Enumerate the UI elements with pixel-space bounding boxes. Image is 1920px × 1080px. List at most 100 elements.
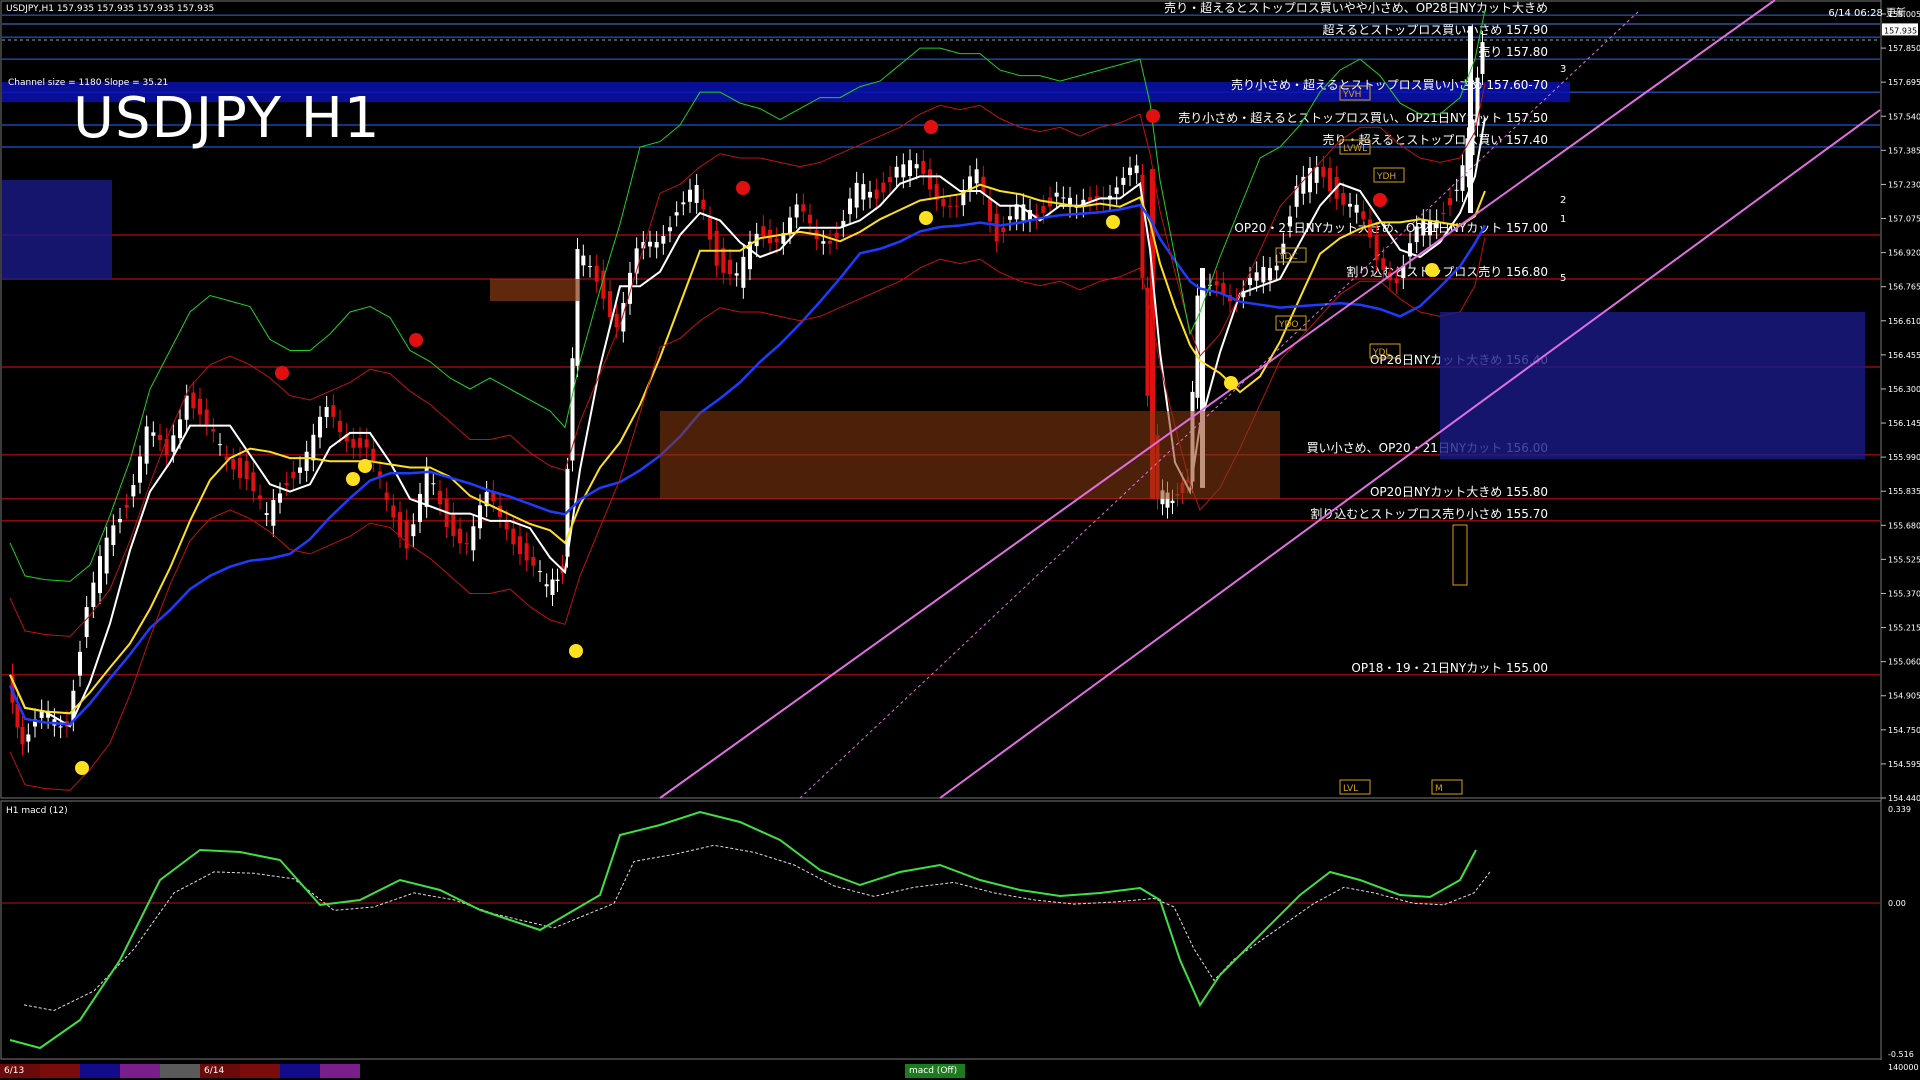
chart-canvas[interactable]: 158.005157.850157.695157.540157.385157.2… bbox=[0, 0, 1920, 1080]
candle-body bbox=[411, 524, 415, 536]
period-tab[interactable] bbox=[160, 1064, 200, 1078]
candle-body bbox=[1088, 197, 1092, 200]
candle-body bbox=[1115, 187, 1119, 193]
level-label: 売り・超えるとストップロス買いやや小さめ、OP28日NYカット大きめ bbox=[1164, 0, 1548, 15]
period-tab[interactable]: 6/14 bbox=[200, 1064, 240, 1078]
period-tab[interactable]: 6/13 bbox=[0, 1064, 40, 1078]
candle-body bbox=[385, 492, 389, 500]
candle-body bbox=[26, 734, 30, 741]
candle-body bbox=[125, 505, 129, 508]
candle-body bbox=[85, 607, 89, 637]
candle-body bbox=[198, 399, 202, 415]
candle-body bbox=[518, 536, 522, 554]
candle-body bbox=[741, 257, 745, 288]
candle-body bbox=[398, 512, 402, 537]
candle-body bbox=[735, 273, 739, 275]
candle-body bbox=[875, 190, 879, 199]
candle-body bbox=[59, 726, 63, 727]
box-label-m: M bbox=[1435, 784, 1443, 794]
period-tab[interactable] bbox=[240, 1064, 280, 1078]
macd-label: H1 macd (12) bbox=[6, 806, 68, 816]
period-tab[interactable] bbox=[80, 1064, 120, 1078]
macd-axis-top: 0.339 bbox=[1888, 805, 1911, 814]
candle-body bbox=[111, 525, 115, 545]
candle-body bbox=[131, 485, 135, 496]
period-tab[interactable] bbox=[320, 1064, 360, 1078]
candle-body bbox=[595, 266, 599, 282]
candle-body bbox=[901, 164, 905, 177]
candle-body bbox=[471, 526, 475, 550]
price-axis: 158.005157.850157.695157.540157.385157.2… bbox=[1881, 10, 1920, 803]
candle-body bbox=[145, 427, 149, 464]
box-label-lvwl: LVWL bbox=[1343, 144, 1367, 154]
period-tab[interactable] bbox=[120, 1064, 160, 1078]
sell-signal-icon bbox=[736, 181, 750, 195]
candle-body bbox=[1288, 217, 1292, 227]
period-tab[interactable]: macd (Off) bbox=[905, 1064, 965, 1078]
candle-body bbox=[1055, 193, 1059, 197]
candle-body bbox=[608, 291, 612, 317]
candle-body bbox=[655, 242, 659, 247]
candle-body bbox=[795, 204, 799, 217]
buy-signal-icon bbox=[1224, 376, 1238, 390]
price-tick-label: 155.060 bbox=[1888, 658, 1920, 667]
marker-1: 1 bbox=[1560, 214, 1566, 225]
candle-body bbox=[1268, 268, 1272, 280]
candle-body bbox=[955, 206, 959, 207]
sell-signal-icon bbox=[1146, 109, 1160, 123]
sell-signal-icon bbox=[1373, 193, 1387, 207]
candle-body bbox=[1061, 197, 1065, 198]
period-tab[interactable] bbox=[280, 1064, 320, 1078]
candle-body bbox=[668, 227, 672, 231]
marker-2: 2 bbox=[1560, 195, 1566, 206]
price-tick-label: 156.300 bbox=[1888, 385, 1920, 394]
candle-body bbox=[505, 521, 509, 530]
candle-body bbox=[191, 393, 195, 409]
candle-body bbox=[465, 543, 469, 544]
candle-body bbox=[788, 218, 792, 234]
chart-header: USDJPY,H1 157.935 157.935 157.935 157.93… bbox=[6, 4, 214, 14]
candle-body bbox=[848, 199, 852, 215]
candle-body bbox=[895, 167, 899, 178]
price-tick-label: 155.680 bbox=[1888, 521, 1920, 530]
candle-body bbox=[855, 183, 859, 208]
candle-body bbox=[1415, 227, 1419, 243]
candle-body bbox=[915, 164, 919, 168]
candle-body bbox=[928, 169, 932, 189]
candle-body bbox=[511, 529, 515, 545]
candle-body bbox=[551, 580, 555, 595]
marker-5: 5 bbox=[1560, 273, 1566, 284]
price-tick-label: 155.215 bbox=[1888, 624, 1920, 633]
candle-body bbox=[431, 483, 435, 484]
period-tab[interactable] bbox=[40, 1064, 80, 1078]
candle-body bbox=[251, 472, 255, 491]
candle-body bbox=[661, 236, 665, 244]
buy-signal-icon bbox=[75, 761, 89, 775]
candle-body bbox=[1315, 167, 1319, 183]
price-tick-label: 154.440 bbox=[1888, 794, 1920, 803]
candle-body bbox=[948, 206, 952, 207]
candle-body bbox=[1395, 279, 1399, 283]
candle-body bbox=[1321, 167, 1325, 177]
candle-body bbox=[881, 183, 885, 193]
candle-body bbox=[158, 435, 162, 440]
price-tick-label: 155.835 bbox=[1888, 487, 1920, 496]
price-tick-label: 157.850 bbox=[1888, 44, 1920, 53]
period-tab-strip[interactable]: 6/13 6/14 macd (Off) bbox=[0, 1064, 1890, 1078]
candle-body bbox=[265, 513, 269, 515]
candle-body bbox=[325, 407, 329, 417]
candle-body bbox=[151, 432, 155, 435]
candle-body bbox=[1248, 278, 1252, 285]
candle-body bbox=[418, 494, 422, 522]
candle-body bbox=[708, 217, 712, 239]
price-tick-label: 157.540 bbox=[1888, 112, 1920, 121]
price-tick-label: 156.455 bbox=[1888, 351, 1920, 360]
candle-body bbox=[525, 543, 529, 560]
candle-body bbox=[205, 409, 209, 424]
box-label-yvh: YVH bbox=[1342, 90, 1361, 100]
level-label: OP20日NYカット大きめ 155.80 bbox=[1370, 485, 1548, 499]
candle-body bbox=[1341, 193, 1345, 205]
price-tick-label: 154.750 bbox=[1888, 726, 1920, 735]
price-tick-label: 157.695 bbox=[1888, 78, 1920, 87]
bollinger-upper bbox=[10, 83, 1485, 636]
